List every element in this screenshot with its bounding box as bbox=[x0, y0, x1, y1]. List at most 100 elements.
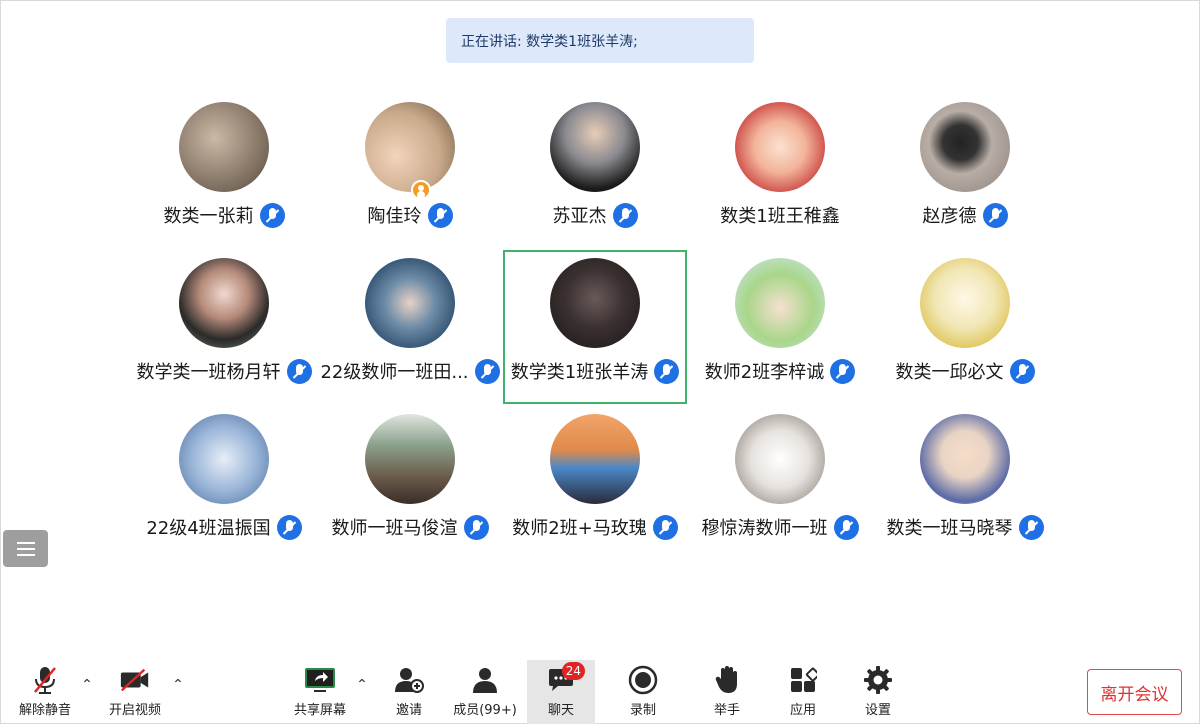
participant-tile[interactable]: 数师2班+马玫瑰 bbox=[503, 408, 687, 562]
apps-label: 应用 bbox=[789, 703, 816, 718]
avatar bbox=[735, 258, 825, 348]
avatar bbox=[365, 258, 455, 348]
participant-grid: 数类一张莉 陶佳玲 苏亚杰 数类1班王稚鑫 赵彦德 数学类一班杨月轩 22级数师… bbox=[0, 0, 1200, 560]
participant-tile[interactable]: 22级数师一班田... bbox=[318, 252, 502, 406]
mic-muted-icon bbox=[1018, 514, 1044, 540]
avatar-image bbox=[550, 258, 640, 348]
participant-name: 数师2班李梓诚 bbox=[704, 362, 825, 383]
avatar-image bbox=[735, 414, 825, 504]
avatar bbox=[920, 102, 1010, 192]
avatar bbox=[735, 102, 825, 192]
avatar-image bbox=[179, 102, 269, 192]
participant-name: 数师一班马俊渲 bbox=[331, 518, 458, 539]
chat-button[interactable]: 24 聊天 bbox=[527, 660, 595, 724]
participant-name: 数类1班王稚鑫 bbox=[720, 206, 840, 227]
avatar-image bbox=[920, 414, 1010, 504]
avatar-image bbox=[920, 258, 1010, 348]
avatar bbox=[365, 102, 455, 200]
avatar bbox=[550, 102, 640, 192]
avatar bbox=[550, 258, 640, 348]
participant-tile[interactable]: 数学类一班杨月轩 bbox=[132, 252, 316, 406]
invite-label: 邀请 bbox=[395, 703, 422, 718]
participant-name: 赵彦德 bbox=[922, 206, 977, 227]
share-options-caret[interactable]: ⌃ bbox=[355, 678, 369, 692]
participant-tile[interactable]: 数类1班王稚鑫 bbox=[688, 96, 872, 250]
share-screen-button[interactable]: 共享屏幕 bbox=[290, 660, 350, 724]
participant-name: 数学类一班杨月轩 bbox=[136, 362, 281, 383]
host-icon bbox=[411, 180, 431, 200]
apps-button[interactable]: 应用 bbox=[776, 660, 830, 724]
mic-muted-icon bbox=[286, 358, 312, 384]
participant-tile[interactable]: 赵彦德 bbox=[873, 96, 1057, 250]
participant-tile-active-speaker[interactable]: 数学类1班张羊涛 bbox=[503, 250, 687, 404]
start-video-button[interactable]: 开启视频 bbox=[104, 660, 166, 724]
add-user-icon bbox=[393, 664, 425, 696]
avatar bbox=[735, 414, 825, 504]
participant-name: 数师2班+马玫瑰 bbox=[512, 518, 647, 539]
video-label: 开启视频 bbox=[108, 703, 161, 718]
gear-icon bbox=[862, 664, 894, 696]
side-panel-toggle-button[interactable] bbox=[3, 530, 48, 567]
leave-meeting-button[interactable]: 离开会议 bbox=[1087, 669, 1182, 715]
mic-off-icon bbox=[29, 664, 61, 696]
avatar bbox=[179, 258, 269, 348]
participant-tile[interactable]: 22级4班温振国 bbox=[132, 408, 316, 562]
unmute-label: 解除静音 bbox=[18, 703, 71, 718]
participant-tile[interactable]: 数师一班马俊渲 bbox=[318, 408, 502, 562]
settings-label: 设置 bbox=[864, 703, 891, 718]
avatar bbox=[179, 102, 269, 192]
members-label: 成员(99+) bbox=[453, 703, 517, 718]
mic-muted-icon bbox=[652, 514, 678, 540]
participant-tile[interactable]: 数类一张莉 bbox=[132, 96, 316, 250]
video-options-caret[interactable]: ⌃ bbox=[171, 678, 185, 692]
chat-icon: 24 bbox=[545, 662, 585, 696]
avatar-image bbox=[920, 102, 1010, 192]
avatar-image bbox=[179, 414, 269, 504]
settings-button[interactable]: 设置 bbox=[851, 660, 905, 724]
participant-tile[interactable]: 数类一班马晓琴 bbox=[873, 408, 1057, 562]
record-icon bbox=[627, 664, 659, 696]
avatar bbox=[550, 414, 640, 504]
mic-muted-icon bbox=[276, 514, 302, 540]
participant-tile[interactable]: 数类一邱必文 bbox=[873, 252, 1057, 406]
meeting-toolbar: 解除静音 ⌃ 开启视频 ⌃ 共享屏幕 ⌃ 邀请 成员(99+) 24 聊天 录制… bbox=[0, 660, 1200, 724]
avatar-image bbox=[550, 414, 640, 504]
avatar-image bbox=[179, 258, 269, 348]
participant-tile[interactable]: 数师2班李梓诚 bbox=[688, 252, 872, 406]
list-icon bbox=[16, 541, 35, 556]
avatar-image bbox=[365, 102, 455, 192]
record-button[interactable]: 录制 bbox=[616, 660, 670, 724]
mic-muted-icon bbox=[833, 514, 859, 540]
participant-name: 陶佳玲 bbox=[367, 206, 422, 227]
participant-name: 数类一班马晓琴 bbox=[886, 518, 1013, 539]
raise-hand-button[interactable]: 举手 bbox=[700, 660, 754, 724]
members-button[interactable]: 成员(99+) bbox=[450, 660, 520, 724]
raise-hand-label: 举手 bbox=[713, 703, 740, 718]
chat-label: 聊天 bbox=[547, 703, 574, 718]
share-screen-icon bbox=[304, 664, 336, 696]
participant-tile[interactable]: 陶佳玲 bbox=[318, 96, 502, 250]
mic-muted-icon bbox=[463, 514, 489, 540]
avatar bbox=[365, 414, 455, 504]
avatar-image bbox=[365, 258, 455, 348]
participant-name: 苏亚杰 bbox=[552, 206, 607, 227]
record-label: 录制 bbox=[629, 703, 656, 718]
audio-options-caret[interactable]: ⌃ bbox=[80, 678, 94, 692]
mic-muted-icon bbox=[654, 358, 680, 384]
avatar bbox=[920, 414, 1010, 504]
mic-muted-icon bbox=[612, 202, 638, 228]
avatar-image bbox=[735, 258, 825, 348]
mic-muted-icon bbox=[982, 202, 1008, 228]
unmute-button[interactable]: 解除静音 bbox=[14, 660, 76, 724]
apps-icon bbox=[787, 664, 819, 696]
avatar bbox=[920, 258, 1010, 348]
participant-tile[interactable]: 穆惊涛数师一班 bbox=[688, 408, 872, 562]
participant-tile[interactable]: 苏亚杰 bbox=[503, 96, 687, 250]
camera-off-icon bbox=[119, 664, 151, 696]
participant-name: 穆惊涛数师一班 bbox=[701, 518, 828, 539]
invite-button[interactable]: 邀请 bbox=[386, 660, 432, 724]
members-icon bbox=[469, 664, 501, 696]
share-label: 共享屏幕 bbox=[293, 703, 346, 718]
participant-name: 数类一邱必文 bbox=[895, 362, 1004, 383]
avatar-image bbox=[735, 102, 825, 192]
